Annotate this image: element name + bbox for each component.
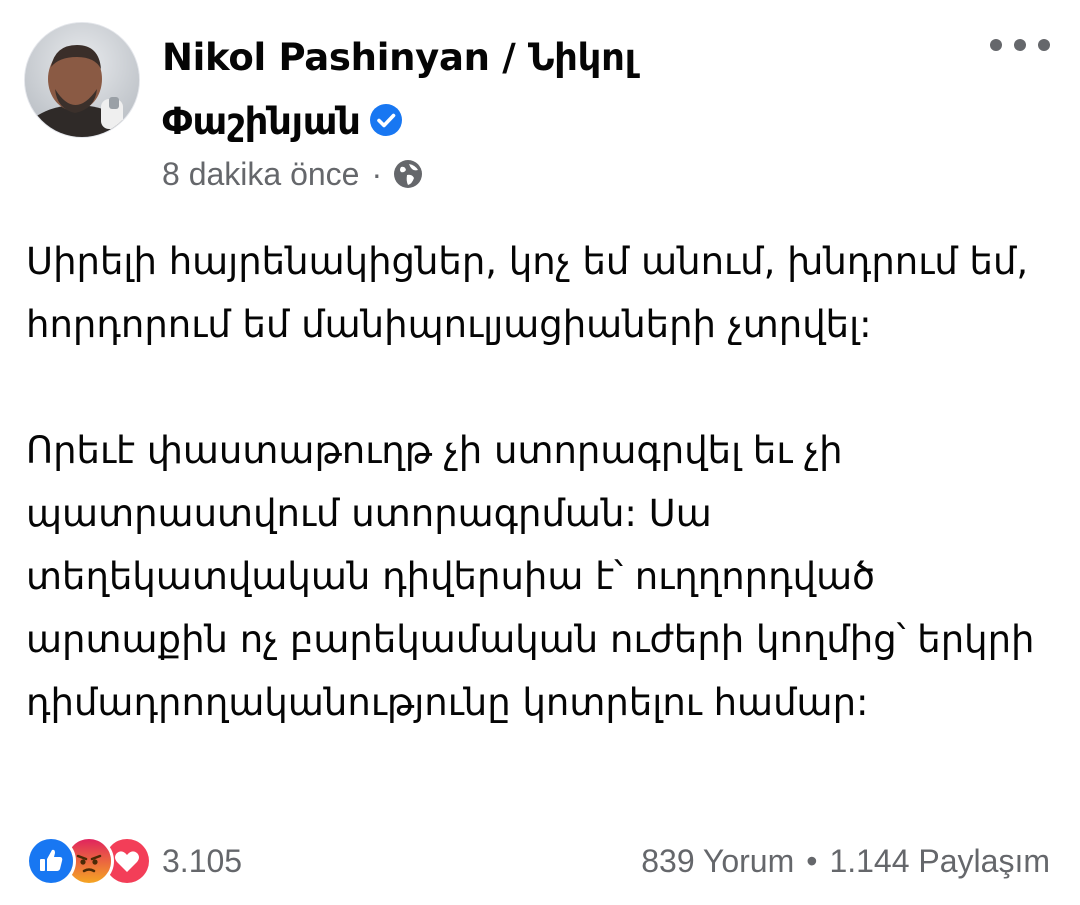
engagement-stats: 839 Yorum • 1.144 Paylaşım [641,843,1050,880]
verified-badge-icon [369,93,403,136]
post-meta: 8 dakika önce · [162,154,424,194]
more-options-button[interactable] [990,28,1050,62]
shares-count-link[interactable]: 1.144 Paylaşım [829,843,1050,880]
meta-separator: · [371,155,383,192]
reaction-count: 3.105 [162,842,243,879]
author-name[interactable]: Nikol Pashinyan / Նիկոլ Փաշինյան [162,26,722,154]
post-paragraph: Սիրելի հայրենակիցներ, կոչ եմ անում, խնդր… [26,240,1029,346]
reactions-summary[interactable]: 3.105 [26,836,242,886]
post-timestamp[interactable]: 8 dakika önce [162,156,359,193]
avatar-photo [25,23,139,137]
more-dot-icon [1038,39,1050,51]
profile-avatar[interactable] [24,22,140,138]
like-icon [26,836,76,886]
comments-count-link[interactable]: 839 Yorum [641,843,794,880]
post-footer: 3.105 839 Yorum • 1.144 Paylaşım [26,836,1050,886]
post-paragraph: Որեւէ փաստաթուղթ չի ստորագրվել եւ չի պատ… [26,429,1035,724]
more-dot-icon [990,39,1002,51]
more-dot-icon [1014,39,1026,51]
globe-icon[interactable] [392,158,424,190]
post-body: Սիրելի հայրենակիցներ, կոչ եմ անում, խնդր… [26,230,1056,734]
stats-separator: • [806,842,818,879]
